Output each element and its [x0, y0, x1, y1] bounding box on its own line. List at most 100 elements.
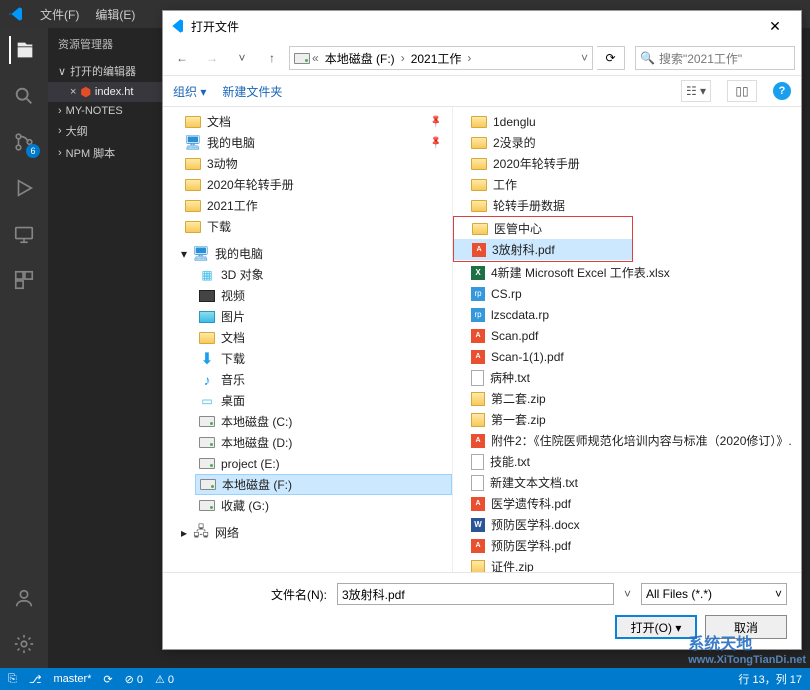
file-item[interactable]: A3放射科.pdf	[454, 239, 632, 260]
history-dropdown[interactable]: ˅	[229, 45, 255, 71]
activity-bar: 6	[0, 28, 48, 668]
section-npm[interactable]: ›NPM 脚本	[48, 142, 163, 164]
annotation-red-box: 医管中心A3放射科.pdf	[453, 216, 633, 262]
settings-gear-icon[interactable]	[10, 630, 38, 658]
file-item[interactable]: 第一套.zip	[453, 409, 801, 430]
file-item[interactable]: 新建文本文档.txt	[453, 472, 801, 493]
view-mode-button[interactable]: ☷ ▾	[681, 80, 711, 102]
quick-access-item[interactable]: 2021工作	[181, 195, 452, 216]
run-debug-icon[interactable]	[10, 174, 38, 202]
new-folder-button[interactable]: 新建文件夹	[222, 83, 282, 100]
breadcrumb[interactable]: « 本地磁盘 (F:) › 2021工作 › ˅	[289, 46, 593, 70]
file-item[interactable]: rpCS.rp	[453, 283, 801, 304]
search-placeholder: 搜索"2021工作"	[659, 50, 742, 67]
breadcrumb-folder[interactable]: 2021工作	[407, 50, 466, 67]
open-button[interactable]: 打开(O) ▾	[615, 615, 697, 639]
file-item[interactable]: 第二套.zip	[453, 388, 801, 409]
file-item[interactable]: AScan.pdf	[453, 325, 801, 346]
file-item[interactable]: rplzscdata.rp	[453, 304, 801, 325]
tree-drive-item[interactable]: 文档	[195, 327, 452, 348]
tree-drive-item[interactable]: ▦3D 对象	[195, 264, 452, 285]
file-item[interactable]: 2没录的	[453, 132, 801, 153]
status-remote-icon[interactable]: ⎘	[8, 673, 17, 686]
drive-icon	[294, 53, 310, 64]
menu-file[interactable]: 文件(F)	[40, 6, 79, 23]
breadcrumb-drive[interactable]: 本地磁盘 (F:)	[321, 50, 399, 67]
up-button[interactable]: ↑	[259, 45, 285, 71]
quick-access-item[interactable]: 下载	[181, 216, 452, 237]
section-mynotes[interactable]: ›MY-NOTES	[48, 102, 163, 120]
file-item[interactable]: 证件.zip	[453, 556, 801, 572]
tree-drive-item[interactable]: 收藏 (G:)	[195, 495, 452, 516]
network-header[interactable]: ▸🖧网络	[181, 522, 452, 543]
status-errors[interactable]: ⊘ 0	[125, 673, 143, 686]
status-warnings[interactable]: ⚠ 0	[155, 673, 174, 686]
file-item[interactable]: 1denglu	[453, 111, 801, 132]
account-icon[interactable]	[10, 584, 38, 612]
file-item[interactable]: 技能.txt	[453, 451, 801, 472]
explorer-title: 资源管理器	[48, 28, 163, 60]
quick-access-item[interactable]: 🖥我的电脑	[181, 132, 452, 153]
folder-tree[interactable]: 文档🖥我的电脑3动物2020年轮转手册2021工作下载▾🖥我的电脑▦3D 对象视…	[163, 107, 453, 572]
tree-drive-item[interactable]: 本地磁盘 (F:)	[195, 474, 452, 495]
file-item[interactable]: A附件2：《住院医师规范化培训内容与标准（2020修订）》.	[453, 430, 801, 451]
file-item[interactable]: A医学遗传科.pdf	[453, 493, 801, 514]
file-type-filter[interactable]: All Files (*.*)˅	[641, 583, 787, 605]
tree-drive-item[interactable]: 本地磁盘 (D:)	[195, 432, 452, 453]
filename-input[interactable]	[337, 583, 614, 605]
organize-menu[interactable]: 组织 ▾	[173, 83, 206, 100]
open-file-tab[interactable]: ×⬢index.ht	[48, 82, 163, 102]
dialog-nav: ← → ˅ ↑ « 本地磁盘 (F:) › 2021工作 › ˅ ⟳ 🔍 搜索"…	[163, 41, 801, 75]
close-button[interactable]: ✕	[755, 12, 795, 40]
dialog-toolbar: 组织 ▾ 新建文件夹 ☷ ▾ ▯▯ ?	[163, 75, 801, 107]
dialog-title: 打开文件	[191, 18, 239, 35]
file-item[interactable]: W预防医学科.docx	[453, 514, 801, 535]
file-item[interactable]: 轮转手册数据	[453, 195, 801, 216]
help-button[interactable]: ?	[773, 82, 791, 100]
open-file-dialog: 打开文件 ✕ ← → ˅ ↑ « 本地磁盘 (F:) › 2021工作 › ˅ …	[162, 10, 802, 650]
section-outline[interactable]: ›大纲	[48, 120, 163, 142]
file-list[interactable]: 1denglu2没录的2020年轮转手册工作轮转手册数据医管中心A3放射科.pd…	[453, 107, 801, 572]
file-item[interactable]: X4新建 Microsoft Excel 工作表.xlsx	[453, 262, 801, 283]
quick-access-item[interactable]: 文档	[181, 111, 452, 132]
tree-drive-item[interactable]: ▭桌面	[195, 390, 452, 411]
this-pc-header[interactable]: ▾🖥我的电脑	[181, 243, 452, 264]
status-cursor-pos[interactable]: 行 13，列 17	[738, 671, 802, 687]
search-box[interactable]: 🔍 搜索"2021工作"	[635, 46, 795, 70]
tree-drive-item[interactable]: ⬇下载	[195, 348, 452, 369]
extensions-icon[interactable]	[10, 266, 38, 294]
open-editors-section[interactable]: ∨打开的编辑器	[48, 60, 163, 82]
back-button[interactable]: ←	[169, 45, 195, 71]
file-item[interactable]: AScan-1(1).pdf	[453, 346, 801, 367]
tree-drive-item[interactable]: 本地磁盘 (C:)	[195, 411, 452, 432]
file-item[interactable]: 2020年轮转手册	[453, 153, 801, 174]
filename-label: 文件名(N):	[177, 586, 327, 603]
forward-button: →	[199, 45, 225, 71]
source-control-icon[interactable]: 6	[10, 128, 38, 156]
quick-access-item[interactable]: 2020年轮转手册	[181, 174, 452, 195]
watermark: 系统天地 www.XiTongTianDi.net	[688, 630, 806, 666]
tree-drive-item[interactable]: project (E:)	[195, 453, 452, 474]
quick-access-item[interactable]: 3动物	[181, 153, 452, 174]
search-icon[interactable]	[10, 82, 38, 110]
file-item[interactable]: 工作	[453, 174, 801, 195]
tree-drive-item[interactable]: 图片	[195, 306, 452, 327]
tree-drive-item[interactable]: 视频	[195, 285, 452, 306]
vscode-logo-icon	[8, 6, 24, 22]
tree-drive-item[interactable]: ♪音乐	[195, 369, 452, 390]
status-sync[interactable]: ⟳	[103, 673, 112, 686]
refresh-button[interactable]: ⟳	[597, 46, 625, 70]
dialog-titlebar: 打开文件 ✕	[163, 11, 801, 41]
explorer-icon[interactable]	[9, 36, 37, 64]
vscode-logo-icon	[169, 18, 185, 34]
preview-pane-button[interactable]: ▯▯	[727, 80, 757, 102]
breadcrumb-dropdown-icon[interactable]: ˅	[581, 51, 588, 65]
remote-icon[interactable]	[10, 220, 38, 248]
menu-edit[interactable]: 编辑(E)	[95, 6, 135, 23]
file-item[interactable]: A预防医学科.pdf	[453, 535, 801, 556]
file-item[interactable]: 病种.txt	[453, 367, 801, 388]
file-item[interactable]: 医管中心	[454, 218, 632, 239]
status-branch[interactable]: master*	[54, 673, 92, 685]
status-branch-icon[interactable]: ⎇	[29, 673, 42, 686]
status-bar: ⎘ ⎇ master* ⟳ ⊘ 0 ⚠ 0 行 13，列 17	[0, 668, 810, 690]
